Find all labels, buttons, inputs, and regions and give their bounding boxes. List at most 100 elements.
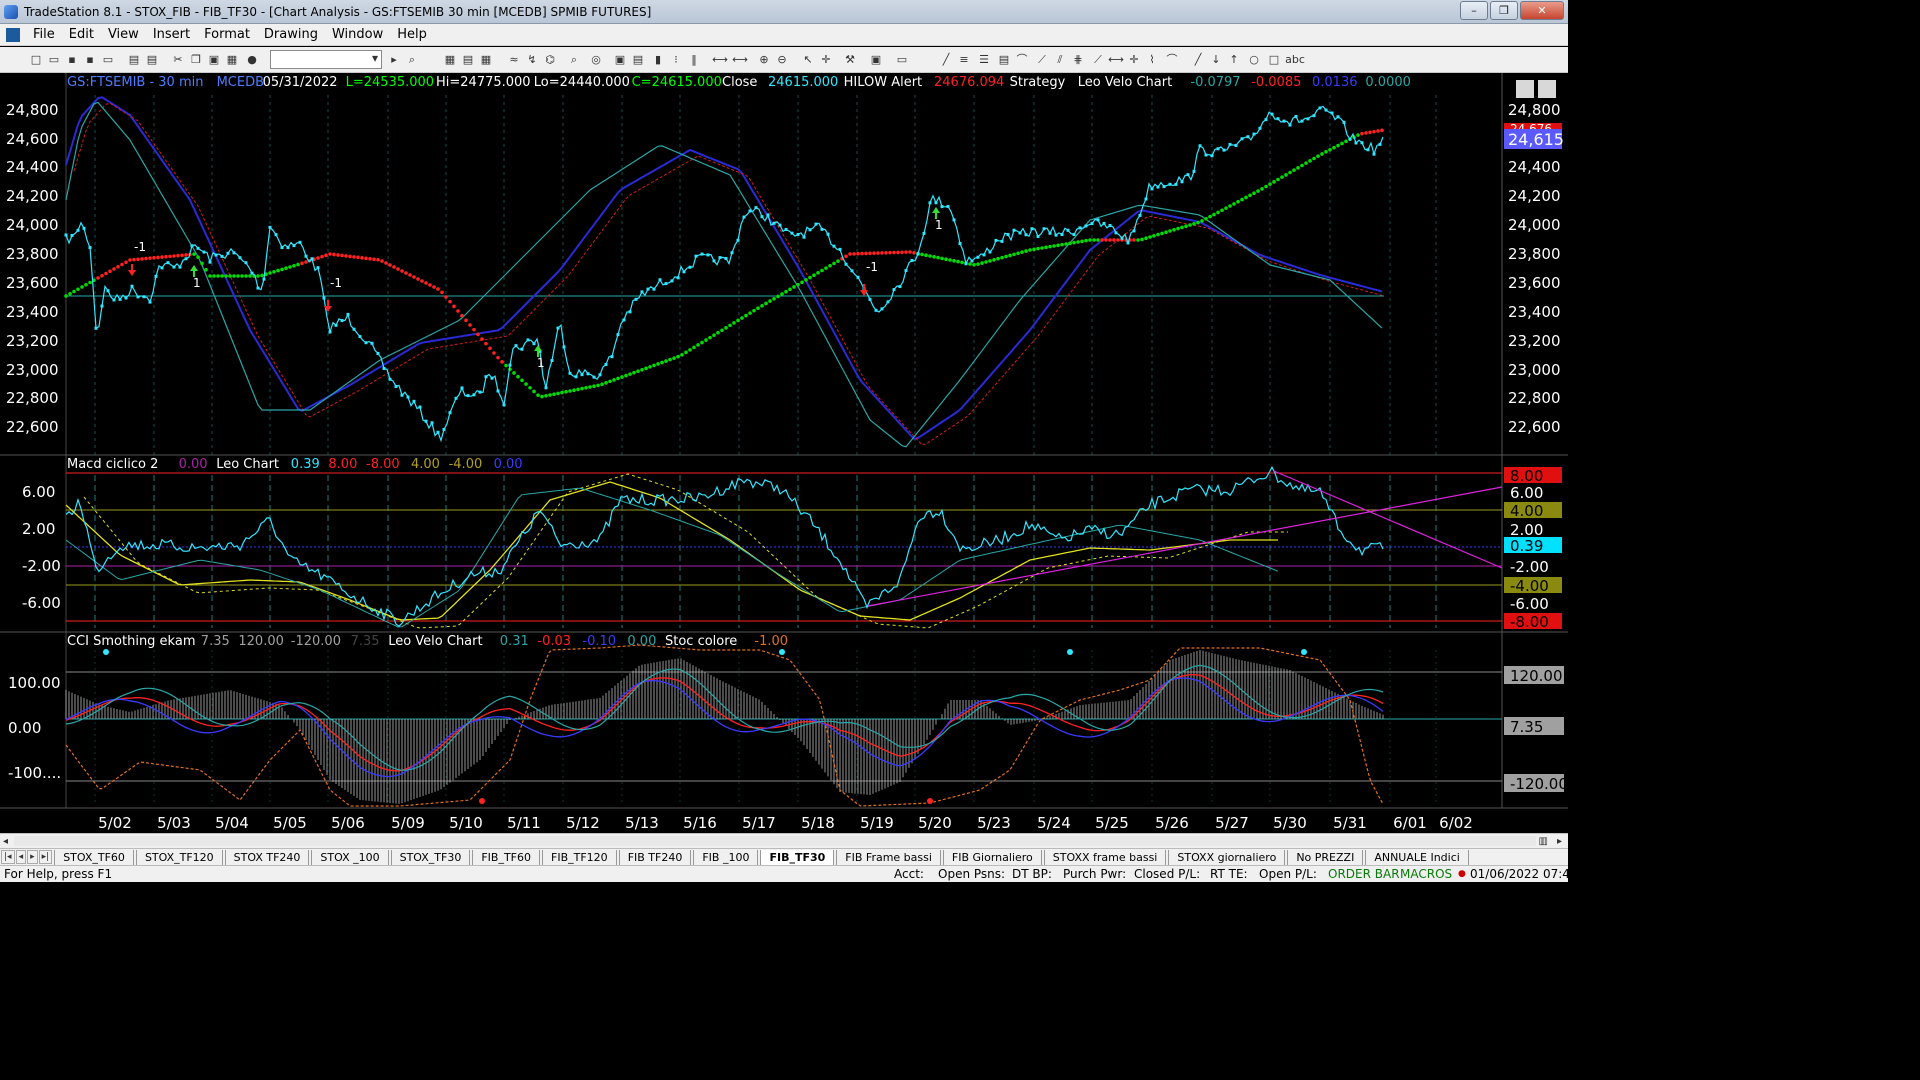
tick-icon[interactable]: ⁝ — [668, 52, 684, 68]
vertical-line-icon[interactable]: ✛ — [1126, 52, 1142, 68]
menu-help[interactable]: Help — [390, 27, 434, 42]
find-icon[interactable]: ⌕ — [404, 52, 420, 68]
menu-drawing[interactable]: Drawing — [257, 27, 325, 42]
menu-insert[interactable]: Insert — [146, 27, 197, 42]
tab-nav-1[interactable]: ◂ — [15, 850, 27, 864]
tools-icon[interactable]: ⚒ — [842, 52, 858, 68]
color-icon[interactable]: ● — [244, 52, 260, 68]
grid-icon[interactable]: ▦ — [478, 52, 494, 68]
hbars-icon[interactable]: ≡ — [956, 52, 972, 68]
symbol-combo[interactable] — [270, 50, 382, 69]
menu-format[interactable]: Format — [197, 27, 257, 42]
copy-icon[interactable]: ❐ — [188, 52, 204, 68]
up-arrow-icon[interactable]: ↑ — [1226, 52, 1242, 68]
tab-stox-tf30[interactable]: STOX_TF30 — [390, 849, 471, 865]
tab-no-prezzi[interactable]: No PREZZI — [1287, 849, 1364, 865]
status-order-bar[interactable]: ORDER BAR — [1328, 867, 1400, 881]
order-icon[interactable]: ▣ — [868, 52, 884, 68]
crosshair-icon[interactable]: ✛ — [818, 52, 834, 68]
zoom-in-icon[interactable]: ⊕ — [756, 52, 772, 68]
tab-stox-tf60[interactable]: STOX_TF60 — [54, 849, 134, 865]
scroll-left-icon[interactable]: ◂ — [3, 834, 8, 849]
scroll-right-icon[interactable]: ▸ — [1557, 834, 1562, 849]
trendline-icon[interactable]: ╱ — [938, 52, 954, 68]
tab-stox-tf120[interactable]: STOX_TF120 — [135, 849, 223, 865]
minimize-button[interactable]: – — [1460, 1, 1488, 20]
tab-fib-tf240[interactable]: FIB TF240 — [618, 849, 692, 865]
tab-fib-giornaliero[interactable]: FIB Giornaliero — [942, 849, 1042, 865]
text-icon[interactable]: abc — [1284, 52, 1306, 68]
new-file-icon[interactable]: □ — [28, 52, 44, 68]
channel-icon[interactable]: ⋕ — [1070, 52, 1086, 68]
tab-nav-0[interactable]: |◂ — [1, 850, 15, 864]
down-arrow-icon[interactable]: ↓ — [1208, 52, 1224, 68]
pointer-icon[interactable]: ↖ — [800, 52, 816, 68]
strategy-icon[interactable]: ↯ — [524, 52, 540, 68]
tab-nav-2[interactable]: ▸ — [27, 850, 38, 864]
menu-view[interactable]: View — [101, 27, 146, 42]
cycle-icon[interactable]: ⌇ — [1144, 52, 1160, 68]
open-folder-icon[interactable]: ▭ — [46, 52, 62, 68]
analysis-icon[interactable]: ⌬ — [542, 52, 558, 68]
go-arrow-icon[interactable]: ▸ — [386, 52, 402, 68]
gann-icon[interactable]: ⟋ — [1034, 52, 1050, 68]
scrollbar-track[interactable] — [14, 836, 1536, 846]
chart-svg[interactable]: GS:FTSEMIB - 30 min MCEDB05/31/2022 L=2453… — [0, 73, 1568, 833]
horizontal-line-icon[interactable]: ⟷ — [1108, 52, 1124, 68]
price-bar-mark — [1144, 197, 1148, 201]
date-axis-label: 6/01 — [1393, 814, 1427, 832]
scan-icon[interactable]: ⌕ — [566, 52, 582, 68]
tab-fib-tf60[interactable]: FIB_TF60 — [472, 849, 541, 865]
data-icon[interactable]: ▤ — [630, 52, 646, 68]
chart-area[interactable]: GS:FTSEMIB - 30 min MCEDB 05/31/2022 L=2453… — [0, 73, 1568, 833]
zoom-out-icon[interactable]: ⊖ — [774, 52, 790, 68]
status-macros[interactable]: MACROS — [1400, 867, 1452, 881]
chart-type-icon[interactable]: ▦ — [442, 52, 458, 68]
menu-edit[interactable]: Edit — [62, 27, 101, 42]
tab-stox-tf240[interactable]: STOX TF240 — [224, 849, 310, 865]
price-bar-mark — [700, 252, 704, 256]
list-icon[interactable]: ▤ — [460, 52, 476, 68]
print-icon[interactable]: ▤ — [126, 52, 142, 68]
tab-nav-3[interactable]: ▸| — [38, 850, 53, 864]
compress-icon[interactable]: ⟷ — [732, 52, 748, 68]
bar-chart-icon[interactable]: ▮ — [650, 52, 666, 68]
menu-window[interactable]: Window — [325, 27, 390, 42]
tab-fib-tf120[interactable]: FIB_TF120 — [542, 849, 617, 865]
chart-window-small-icon[interactable]: ▭ — [894, 52, 910, 68]
save-all-icon[interactable]: ▪ — [82, 52, 98, 68]
price-bar-mark — [664, 282, 668, 286]
close-button[interactable]: ✕ — [1520, 1, 1564, 20]
print-preview-icon[interactable]: ▤ — [144, 52, 160, 68]
scroll-menu-icon[interactable]: ▥ — [1539, 834, 1548, 849]
save-icon[interactable]: ▪ — [64, 52, 80, 68]
tab-fib-tf30[interactable]: FIB_TF30 — [760, 849, 835, 865]
expand-icon[interactable]: ⟷ — [712, 52, 728, 68]
ellipse-icon[interactable]: ○ — [1246, 52, 1262, 68]
window-icon[interactable]: ▣ — [612, 52, 628, 68]
lock-icon[interactable]: ▣ — [206, 52, 222, 68]
speed-icon[interactable]: ⌒ — [1014, 52, 1030, 68]
folder-icon[interactable]: ▭ — [100, 52, 116, 68]
regression-icon[interactable]: ⟋ — [1090, 52, 1106, 68]
cut-icon[interactable]: ✂ — [170, 52, 186, 68]
rectangle-icon[interactable]: □ — [1266, 52, 1282, 68]
tab-fib-frame-bassi[interactable]: FIB Frame bassi — [836, 849, 941, 865]
maximize-button[interactable]: ❐ — [1490, 1, 1518, 20]
indicator-icon[interactable]: ≈ — [506, 52, 522, 68]
tab-stoxx-giornaliero[interactable]: STOXX giornaliero — [1168, 849, 1286, 865]
andrews-icon[interactable]: ⫽ — [1052, 52, 1068, 68]
radar-icon[interactable]: ◎ — [588, 52, 604, 68]
lines-icon[interactable]: ☰ — [976, 52, 992, 68]
horizontal-scrollbar[interactable]: ◂ ▥ ▸ — [0, 833, 1568, 848]
macro-icon[interactable]: ▦ — [224, 52, 240, 68]
menu-file[interactable]: File — [26, 27, 62, 42]
tab-annuale-indici[interactable]: ANNUALE Indici — [1365, 849, 1469, 865]
fib-icon[interactable]: ▤ — [996, 52, 1012, 68]
pause-icon[interactable]: ‖ — [686, 52, 702, 68]
pen-icon[interactable]: ╱ — [1190, 52, 1206, 68]
tab-fib-100[interactable]: FIB _100 — [693, 849, 759, 865]
tab-stoxx-frame-bassi[interactable]: STOXX frame bassi — [1043, 849, 1167, 865]
tab-stox-100[interactable]: STOX _100 — [311, 849, 389, 865]
arc-icon[interactable]: ⌒ — [1164, 52, 1180, 68]
